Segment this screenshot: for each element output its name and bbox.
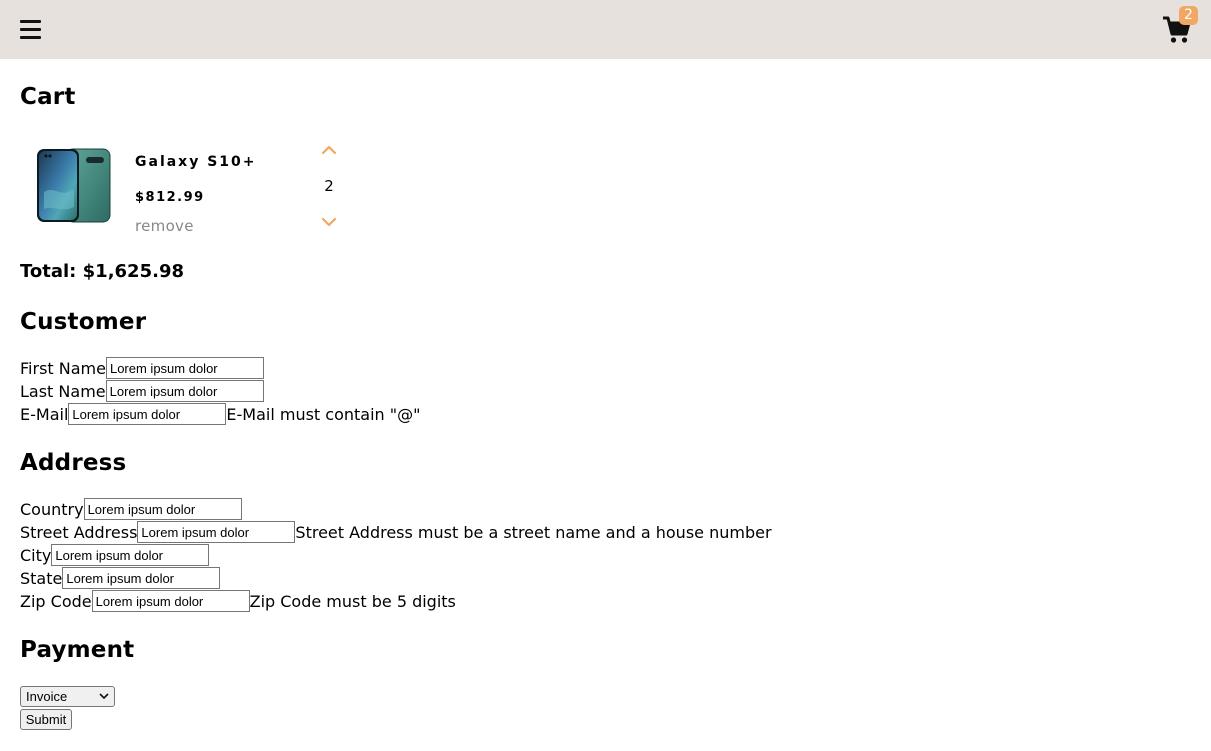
first-name-label: First Name xyxy=(20,358,106,378)
chevron-up-icon[interactable] xyxy=(320,144,338,156)
product-image xyxy=(37,148,111,223)
zip-code-error-message: Zip Code must be 5 digits xyxy=(249,591,456,611)
payment-heading: Payment xyxy=(20,637,135,663)
hamburger-menu-icon[interactable] xyxy=(20,19,41,40)
zip-code-row: Zip Code Zip Code must be 5 digits xyxy=(20,590,456,612)
cart-heading: Cart xyxy=(20,84,76,110)
country-row: Country xyxy=(20,498,242,520)
state-field[interactable] xyxy=(62,567,221,589)
last-name-row: Last Name xyxy=(20,380,264,402)
product-price: $812.99 xyxy=(135,190,205,205)
last-name-field[interactable] xyxy=(105,380,264,402)
remove-link[interactable]: remove xyxy=(135,217,194,235)
last-name-label: Last Name xyxy=(20,381,106,401)
chevron-down-icon xyxy=(99,693,109,700)
top-bar xyxy=(0,0,1211,59)
email-label: E-Mail xyxy=(20,404,69,424)
state-label: State xyxy=(20,568,63,588)
first-name-row: First Name xyxy=(20,357,264,379)
country-label: Country xyxy=(20,499,84,519)
state-row: State xyxy=(20,567,221,589)
city-label: City xyxy=(20,545,52,565)
product-name: Galaxy S10+ xyxy=(135,154,257,170)
street-address-field[interactable] xyxy=(137,521,296,543)
first-name-field[interactable] xyxy=(105,357,264,379)
street-address-label: Street Address xyxy=(20,522,138,542)
street-address-row: Street Address Street Address must be a … xyxy=(20,521,772,543)
city-field[interactable] xyxy=(51,544,210,566)
cart-count-badge: 2 xyxy=(1179,6,1198,25)
email-error-message: E-Mail must contain "@" xyxy=(226,404,421,424)
email-field[interactable] xyxy=(68,403,227,425)
email-row: E-Mail E-Mail must contain "@" xyxy=(20,403,420,425)
address-heading: Address xyxy=(20,450,127,476)
submit-button[interactable]: Submit xyxy=(20,709,72,730)
zip-code-label: Zip Code xyxy=(20,591,92,611)
payment-method-select[interactable]: Invoice xyxy=(20,686,115,707)
street-address-error-message: Street Address must be a street name and… xyxy=(295,522,772,542)
payment-method-value: Invoice xyxy=(26,689,68,704)
zip-code-field[interactable] xyxy=(91,590,250,612)
quantity-value: 2 xyxy=(324,177,334,195)
chevron-down-icon[interactable] xyxy=(320,216,338,228)
customer-heading: Customer xyxy=(20,309,147,335)
city-row: City xyxy=(20,544,210,566)
country-field[interactable] xyxy=(83,498,242,520)
cart-total: Total: $1,625.98 xyxy=(20,261,184,282)
